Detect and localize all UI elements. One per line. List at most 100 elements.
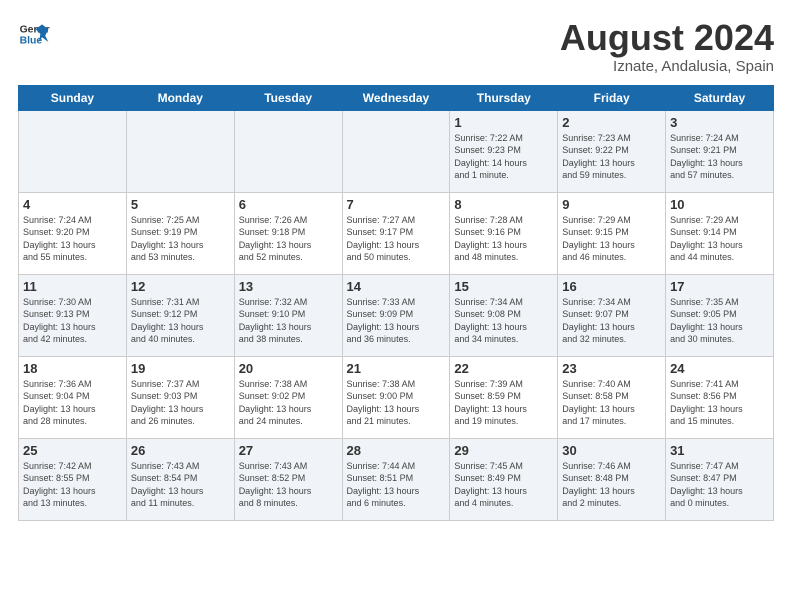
day-cell: 30 Sunrise: 7:46 AM Sunset: 8:48 PM Dayli… [558, 438, 666, 520]
header-row: SundayMondayTuesdayWednesdayThursdayFrid… [19, 85, 774, 110]
day-cell: 31Sunrise: 7:47 AM Sunset: 8:47 PM Dayli… [666, 438, 774, 520]
day-number: 1 [454, 115, 553, 130]
day-number: 4 [23, 197, 122, 212]
day-cell: 29 Sunrise: 7:45 AM Sunset: 8:49 PM Dayli… [450, 438, 558, 520]
day-content: Sunrise: 7:42 AM Sunset: 8:55 PM Dayligh… [23, 460, 122, 510]
day-content: Sunrise: 7:35 AM Sunset: 9:05 PM Dayligh… [670, 296, 769, 346]
day-content: Sunrise: 7:32 AM Sunset: 9:10 PM Dayligh… [239, 296, 338, 346]
day-cell: 2Sunrise: 7:23 AM Sunset: 9:22 PM Daylig… [558, 110, 666, 192]
day-cell: 15 Sunrise: 7:34 AM Sunset: 9:08 PM Dayli… [450, 274, 558, 356]
day-number: 5 [131, 197, 230, 212]
day-cell: 21 Sunrise: 7:38 AM Sunset: 9:00 PM Dayli… [342, 356, 450, 438]
day-number: 13 [239, 279, 338, 294]
day-number: 18 [23, 361, 122, 376]
day-cell: 5 Sunrise: 7:25 AM Sunset: 9:19 PM Daylig… [126, 192, 234, 274]
day-number: 24 [670, 361, 769, 376]
day-number: 11 [23, 279, 122, 294]
day-number: 29 [454, 443, 553, 458]
logo: General Blue [18, 18, 50, 50]
col-header-saturday: Saturday [666, 85, 774, 110]
day-content: Sunrise: 7:47 AM Sunset: 8:47 PM Dayligh… [670, 460, 769, 510]
day-cell: 13 Sunrise: 7:32 AM Sunset: 9:10 PM Dayli… [234, 274, 342, 356]
day-cell: 3Sunrise: 7:24 AM Sunset: 9:21 PM Daylig… [666, 110, 774, 192]
day-cell: 6 Sunrise: 7:26 AM Sunset: 9:18 PM Daylig… [234, 192, 342, 274]
day-content: Sunrise: 7:31 AM Sunset: 9:12 PM Dayligh… [131, 296, 230, 346]
week-row-2: 4 Sunrise: 7:24 AM Sunset: 9:20 PM Daylig… [19, 192, 774, 274]
day-content: Sunrise: 7:28 AM Sunset: 9:16 PM Dayligh… [454, 214, 553, 264]
day-cell: 25 Sunrise: 7:42 AM Sunset: 8:55 PM Dayli… [19, 438, 127, 520]
day-number: 6 [239, 197, 338, 212]
day-cell: 9Sunrise: 7:29 AM Sunset: 9:15 PM Daylig… [558, 192, 666, 274]
title-block: August 2024 Iznate, Andalusia, Spain [560, 18, 774, 75]
col-header-friday: Friday [558, 85, 666, 110]
day-content: Sunrise: 7:36 AM Sunset: 9:04 PM Dayligh… [23, 378, 122, 428]
day-cell: 19Sunrise: 7:37 AM Sunset: 9:03 PM Dayli… [126, 356, 234, 438]
calendar-table: SundayMondayTuesdayWednesdayThursdayFrid… [18, 85, 774, 521]
day-content: Sunrise: 7:38 AM Sunset: 9:02 PM Dayligh… [239, 378, 338, 428]
week-row-3: 11 Sunrise: 7:30 AM Sunset: 9:13 PM Dayli… [19, 274, 774, 356]
day-content: Sunrise: 7:45 AM Sunset: 8:49 PM Dayligh… [454, 460, 553, 510]
day-content: Sunrise: 7:43 AM Sunset: 8:52 PM Dayligh… [239, 460, 338, 510]
week-row-1: 1 Sunrise: 7:22 AM Sunset: 9:23 PM Daylig… [19, 110, 774, 192]
day-cell: 4 Sunrise: 7:24 AM Sunset: 9:20 PM Daylig… [19, 192, 127, 274]
day-number: 25 [23, 443, 122, 458]
day-number: 7 [347, 197, 446, 212]
day-content: Sunrise: 7:43 AM Sunset: 8:54 PM Dayligh… [131, 460, 230, 510]
day-number: 10 [670, 197, 769, 212]
day-number: 17 [670, 279, 769, 294]
day-number: 16 [562, 279, 661, 294]
day-cell: 28 Sunrise: 7:44 AM Sunset: 8:51 PM Dayli… [342, 438, 450, 520]
day-content: Sunrise: 7:46 AM Sunset: 8:48 PM Dayligh… [562, 460, 661, 510]
col-header-monday: Monday [126, 85, 234, 110]
day-number: 15 [454, 279, 553, 294]
day-cell: 12Sunrise: 7:31 AM Sunset: 9:12 PM Dayli… [126, 274, 234, 356]
week-row-5: 25 Sunrise: 7:42 AM Sunset: 8:55 PM Dayli… [19, 438, 774, 520]
day-content: Sunrise: 7:34 AM Sunset: 9:07 PM Dayligh… [562, 296, 661, 346]
day-number: 28 [347, 443, 446, 458]
day-cell: 22 Sunrise: 7:39 AM Sunset: 8:59 PM Dayli… [450, 356, 558, 438]
main-title: August 2024 [560, 18, 774, 58]
day-number: 22 [454, 361, 553, 376]
day-number: 14 [347, 279, 446, 294]
day-content: Sunrise: 7:26 AM Sunset: 9:18 PM Dayligh… [239, 214, 338, 264]
day-content: Sunrise: 7:38 AM Sunset: 9:00 PM Dayligh… [347, 378, 446, 428]
day-content: Sunrise: 7:39 AM Sunset: 8:59 PM Dayligh… [454, 378, 553, 428]
day-number: 21 [347, 361, 446, 376]
col-header-thursday: Thursday [450, 85, 558, 110]
day-content: Sunrise: 7:33 AM Sunset: 9:09 PM Dayligh… [347, 296, 446, 346]
logo-icon: General Blue [18, 18, 50, 50]
day-number: 27 [239, 443, 338, 458]
day-cell: 14 Sunrise: 7:33 AM Sunset: 9:09 PM Dayli… [342, 274, 450, 356]
day-content: Sunrise: 7:37 AM Sunset: 9:03 PM Dayligh… [131, 378, 230, 428]
svg-text:Blue: Blue [20, 36, 43, 47]
day-cell [126, 110, 234, 192]
day-content: Sunrise: 7:40 AM Sunset: 8:58 PM Dayligh… [562, 378, 661, 428]
day-cell: 8 Sunrise: 7:28 AM Sunset: 9:16 PM Daylig… [450, 192, 558, 274]
day-content: Sunrise: 7:29 AM Sunset: 9:14 PM Dayligh… [670, 214, 769, 264]
day-number: 30 [562, 443, 661, 458]
day-cell [234, 110, 342, 192]
day-content: Sunrise: 7:23 AM Sunset: 9:22 PM Dayligh… [562, 132, 661, 182]
day-cell: 18 Sunrise: 7:36 AM Sunset: 9:04 PM Dayli… [19, 356, 127, 438]
day-cell: 27 Sunrise: 7:43 AM Sunset: 8:52 PM Dayli… [234, 438, 342, 520]
day-cell [19, 110, 127, 192]
day-content: Sunrise: 7:29 AM Sunset: 9:15 PM Dayligh… [562, 214, 661, 264]
day-cell: 24Sunrise: 7:41 AM Sunset: 8:56 PM Dayli… [666, 356, 774, 438]
day-number: 26 [131, 443, 230, 458]
day-content: Sunrise: 7:44 AM Sunset: 8:51 PM Dayligh… [347, 460, 446, 510]
day-content: Sunrise: 7:22 AM Sunset: 9:23 PM Dayligh… [454, 132, 553, 182]
day-content: Sunrise: 7:30 AM Sunset: 9:13 PM Dayligh… [23, 296, 122, 346]
header: General Blue August 2024 Iznate, Andalus… [18, 18, 774, 75]
day-content: Sunrise: 7:27 AM Sunset: 9:17 PM Dayligh… [347, 214, 446, 264]
day-number: 8 [454, 197, 553, 212]
calendar-page: General Blue August 2024 Iznate, Andalus… [0, 0, 792, 612]
day-cell: 7 Sunrise: 7:27 AM Sunset: 9:17 PM Daylig… [342, 192, 450, 274]
day-content: Sunrise: 7:24 AM Sunset: 9:20 PM Dayligh… [23, 214, 122, 264]
day-cell: 26 Sunrise: 7:43 AM Sunset: 8:54 PM Dayli… [126, 438, 234, 520]
day-number: 3 [670, 115, 769, 130]
day-cell: 17 Sunrise: 7:35 AM Sunset: 9:05 PM Dayli… [666, 274, 774, 356]
day-content: Sunrise: 7:34 AM Sunset: 9:08 PM Dayligh… [454, 296, 553, 346]
day-cell [342, 110, 450, 192]
day-content: Sunrise: 7:25 AM Sunset: 9:19 PM Dayligh… [131, 214, 230, 264]
day-cell: 20Sunrise: 7:38 AM Sunset: 9:02 PM Dayli… [234, 356, 342, 438]
